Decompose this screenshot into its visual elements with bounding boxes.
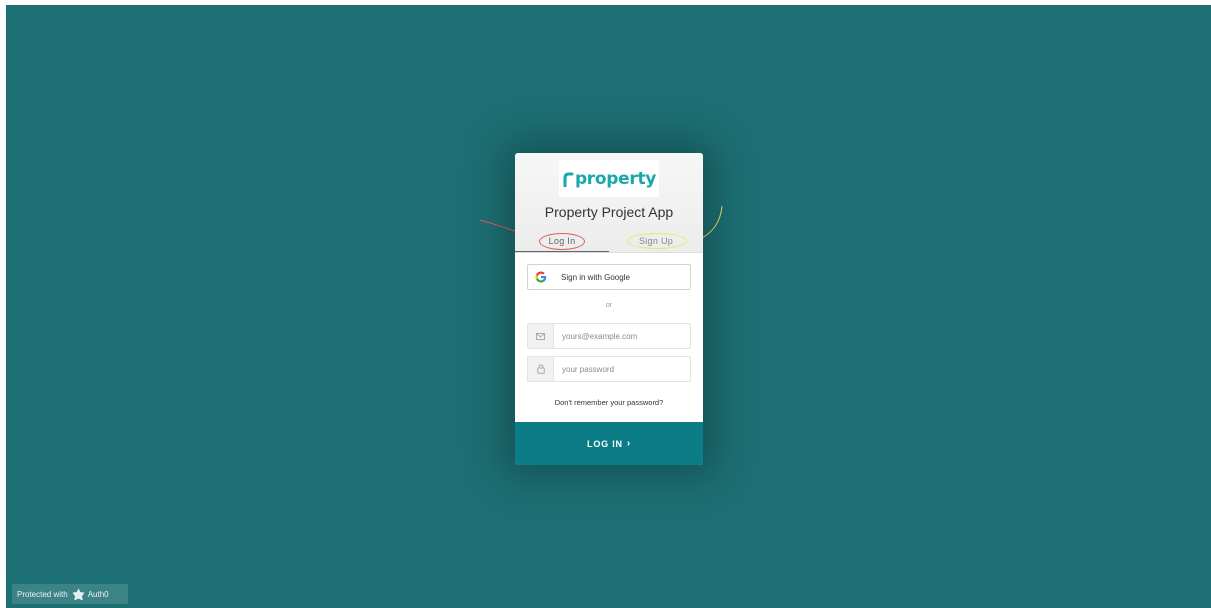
google-signin-label: Sign in with Google bbox=[561, 272, 630, 282]
google-signin-button[interactable]: Sign in with Google bbox=[527, 264, 691, 290]
card-body: Sign in with Google or Don't remember yo… bbox=[515, 253, 703, 422]
app-title: Property Project App bbox=[544, 204, 674, 220]
tab-sign-up-label: Sign Up bbox=[638, 236, 674, 246]
login-submit-button[interactable]: LOG IN › bbox=[515, 422, 703, 465]
password-field-wrapper bbox=[527, 356, 691, 382]
chevron-right-icon: › bbox=[626, 438, 631, 449]
auth0-badge[interactable]: Protected with Auth0 bbox=[12, 584, 128, 604]
lock-icon bbox=[528, 357, 554, 381]
or-divider: or bbox=[605, 302, 613, 309]
logo: property bbox=[559, 160, 659, 197]
envelope-icon bbox=[528, 324, 554, 348]
protected-with-text: Protected with bbox=[17, 589, 68, 599]
card-header: property Property Project App Log In Sig… bbox=[515, 153, 703, 253]
auth0-brand-text: Auth0 bbox=[87, 589, 109, 599]
email-field-wrapper bbox=[527, 323, 691, 349]
tab-log-in-label: Log In bbox=[548, 236, 576, 246]
tab-log-in[interactable]: Log In bbox=[515, 231, 609, 252]
login-submit-label: LOG IN bbox=[587, 438, 623, 449]
auth-tabs: Log In Sign Up bbox=[515, 231, 703, 253]
login-card: property Property Project App Log In Sig… bbox=[515, 153, 703, 465]
property-logo-icon bbox=[563, 172, 574, 187]
auth0-shield-icon bbox=[72, 587, 85, 601]
tab-sign-up[interactable]: Sign Up bbox=[609, 231, 703, 252]
logo-text: property bbox=[574, 168, 657, 189]
forgot-password-link[interactable]: Don't remember your password? bbox=[515, 398, 703, 407]
google-g-icon bbox=[528, 265, 554, 289]
email-input[interactable] bbox=[554, 324, 690, 348]
password-input[interactable] bbox=[554, 357, 690, 381]
